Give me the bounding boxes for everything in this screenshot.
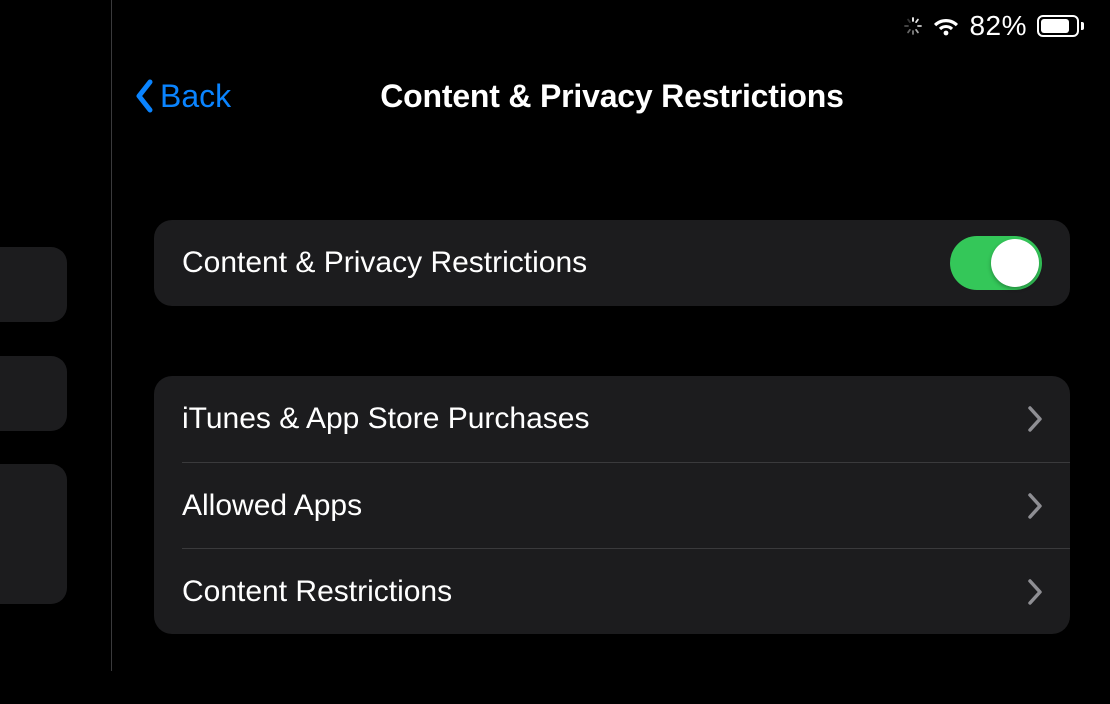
chevron-left-icon (134, 78, 154, 114)
sidebar-partial (0, 0, 112, 671)
settings-group-toggle: Content & Privacy Restrictions (154, 220, 1070, 306)
chevron-right-icon (1028, 579, 1042, 605)
row-allowed-apps[interactable]: Allowed Apps (182, 462, 1070, 548)
nav-header: Back Content & Privacy Restrictions (114, 66, 1110, 126)
sidebar-item[interactable] (0, 247, 67, 322)
toggle-switch[interactable] (950, 236, 1042, 290)
back-button[interactable]: Back (134, 78, 231, 115)
switch-knob (991, 239, 1039, 287)
row-label: Content & Privacy Restrictions (182, 246, 587, 280)
row-label: Allowed Apps (182, 489, 362, 523)
back-label: Back (160, 78, 231, 115)
row-label: iTunes & App Store Purchases (182, 402, 589, 436)
page-title: Content & Privacy Restrictions (114, 78, 1110, 115)
row-content-restrictions[interactable]: Content Restrictions (182, 548, 1070, 634)
row-itunes-app-store-purchases[interactable]: iTunes & App Store Purchases (154, 376, 1070, 462)
chevron-right-icon (1028, 493, 1042, 519)
sidebar-item[interactable] (0, 356, 67, 431)
row-label: Content Restrictions (182, 575, 452, 609)
sidebar-item[interactable] (0, 464, 67, 604)
settings-group-links: iTunes & App Store Purchases Allowed App… (154, 376, 1070, 634)
chevron-right-icon (1028, 406, 1042, 432)
row-content-privacy-restrictions[interactable]: Content & Privacy Restrictions (154, 220, 1070, 306)
